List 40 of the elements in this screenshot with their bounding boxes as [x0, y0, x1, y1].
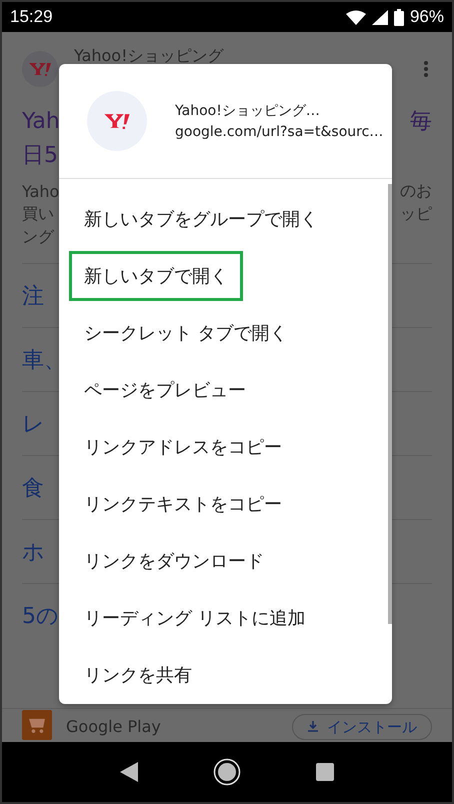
- result-title[interactable]: 毎: [410, 106, 432, 136]
- menu-item[interactable]: リンクアドレスをコピー: [69, 422, 297, 472]
- cart-icon: [22, 710, 52, 740]
- link-url: google.com/url?sa=t&sourc…: [175, 124, 384, 140]
- menu-item[interactable]: リンクをダウンロード: [69, 536, 279, 586]
- menu-item[interactable]: 新しいタブで開く: [69, 250, 243, 300]
- sitelink[interactable]: ホ: [22, 536, 45, 566]
- home-icon[interactable]: [212, 758, 241, 786]
- result-snippet: ング: [22, 227, 54, 248]
- result-snippet: のお: [400, 181, 432, 202]
- store-name: Google Play: [66, 717, 162, 738]
- menu-item[interactable]: リンクを共有: [69, 650, 207, 700]
- link-title: Yahoo!ショッピング…: [175, 102, 321, 120]
- result-snippet: Yaho: [22, 182, 60, 201]
- site-logo-icon: [22, 51, 58, 87]
- signal-icon: [372, 10, 388, 24]
- menu-item[interactable]: シークレット タブで開く: [69, 308, 303, 358]
- sitelink[interactable]: 注: [22, 280, 44, 310]
- more-options-icon[interactable]: [424, 61, 428, 77]
- result-title[interactable]: 日5: [22, 140, 58, 170]
- battery-icon: [394, 8, 404, 26]
- result-snippet: ッピ: [400, 204, 432, 225]
- sitelink[interactable]: レ: [22, 408, 45, 438]
- clock-time: 15:29: [10, 7, 53, 27]
- menu-item[interactable]: 新しいタブをグループで開く: [69, 194, 333, 244]
- menu-item[interactable]: リーディング リストに追加: [69, 592, 321, 642]
- wifi-icon: [346, 10, 366, 24]
- site-name: Yahoo!ショッピング: [74, 46, 225, 67]
- recents-icon[interactable]: [316, 763, 334, 781]
- result-title[interactable]: Yah: [22, 108, 60, 134]
- menu-item[interactable]: ページをプレビュー: [69, 364, 261, 414]
- sitelink[interactable]: 食: [22, 472, 44, 502]
- back-icon[interactable]: [120, 762, 138, 782]
- scrollbar[interactable]: [388, 184, 392, 624]
- result-snippet: 買い: [22, 204, 54, 225]
- battery-percent: 96%: [410, 7, 444, 27]
- sitelink[interactable]: 5の: [22, 600, 59, 630]
- menu-item[interactable]: リンクテキストをコピー: [69, 478, 297, 528]
- install-button[interactable]: インストール: [292, 714, 432, 740]
- download-icon: [307, 721, 319, 733]
